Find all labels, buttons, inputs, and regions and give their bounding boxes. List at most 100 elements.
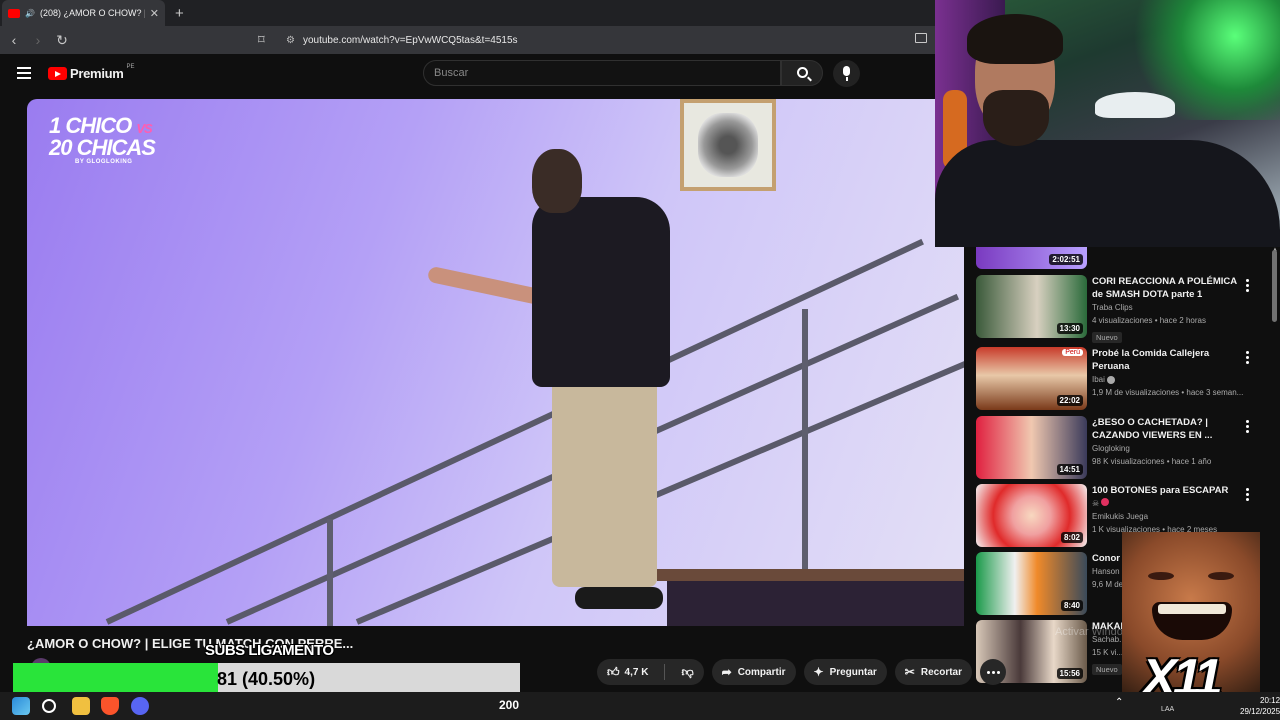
list-item[interactable]: Perú 22:02 Probé la Comida Callejera Per… — [976, 347, 1276, 411]
list-item[interactable]: 14:51 ¿BESO O CACHETADA? | CAZANDO VIEWE… — [976, 416, 1276, 480]
video-thumbnail[interactable]: 2:02:51 — [976, 247, 1087, 269]
streamer-beard — [983, 90, 1049, 146]
video-thumbnail[interactable]: 8:40 — [976, 552, 1087, 615]
youtube-header: Premium PE Buscar — [0, 54, 935, 94]
share-button[interactable]: ➦ Compartir — [711, 659, 796, 685]
clock-date: 29/12/2025 — [1240, 707, 1280, 716]
thumb-tag: Perú — [1062, 349, 1083, 356]
cast-icon[interactable] — [915, 33, 927, 43]
tray-chevron-icon[interactable]: ⌃ — [1115, 697, 1123, 708]
logo-vs: VS — [136, 121, 152, 136]
video-title[interactable]: CORI REACCIONA A POLÉMICA de SMASH DOTA … — [1092, 275, 1242, 301]
video-stats: 1,9 M de visualizaciones • hace 3 seman.… — [1092, 388, 1244, 397]
streamer-shirt — [935, 140, 1280, 247]
video-duration: 14:51 — [1056, 464, 1083, 475]
thumbs-up-icon: 👍︎ — [607, 664, 620, 679]
video-duration: 13:30 — [1056, 323, 1083, 334]
ask-button[interactable]: ✦ Preguntar — [803, 659, 887, 685]
like-button[interactable]: 👍︎ 4,7 K — [597, 659, 658, 685]
video-thumbnail[interactable]: Perú 22:02 — [976, 347, 1087, 410]
scissors-icon: ✂ — [904, 665, 915, 679]
tab-close-icon[interactable]: ✕ — [150, 7, 159, 20]
video-title[interactable]: 100 BOTONES para ESCAPAR — [1092, 484, 1242, 497]
youtube-logo[interactable]: Premium PE — [48, 63, 135, 81]
streamer-hair — [967, 14, 1063, 64]
new-badge: Nuevo — [1092, 332, 1122, 343]
country-code: PE — [126, 63, 135, 70]
youtube-favicon-icon — [8, 8, 20, 18]
search-button[interactable] — [781, 60, 823, 86]
channel-name[interactable]: Glogloking — [1092, 442, 1242, 455]
site-settings-icon[interactable]: ⚙ — [286, 35, 295, 46]
person-head — [532, 149, 582, 213]
sub-goal-label: SUBS LIGAMENTO — [205, 642, 334, 659]
more-actions-button[interactable] — [980, 659, 1006, 685]
search-taskbar-icon[interactable] — [42, 699, 56, 713]
person-shoe — [575, 587, 663, 609]
more-options-icon[interactable] — [1246, 351, 1250, 366]
video-actions: 👍︎ 4,7 K 👎︎ ➦ Compartir ✦ Preguntar ✂ Re… — [597, 659, 1006, 685]
channel-name[interactable]: Emikukis Juega — [1092, 510, 1242, 523]
thumbs-down-icon: 👎︎ — [681, 664, 694, 679]
back-icon[interactable]: ‹ — [4, 32, 24, 48]
browser-tab[interactable]: 🔊 (208) ¿AMOR O CHOW? | ELIG ✕ — [2, 0, 165, 26]
divider — [664, 664, 666, 680]
discord-icon[interactable] — [131, 697, 149, 715]
menu-icon[interactable] — [17, 67, 31, 79]
list-item[interactable]: 13:30 CORI REACCIONA A POLÉMICA de SMASH… — [976, 275, 1276, 343]
video-title[interactable]: Probé la Comida Callejera Peruana — [1092, 347, 1242, 373]
browser-toolbar: ‹ › ↻ ⌑ ⚙ youtube.com/watch?v=EpVwWCQ5ta… — [0, 26, 935, 54]
video-thumbnail[interactable]: 14:51 — [976, 416, 1087, 479]
more-options-icon[interactable] — [1246, 488, 1250, 503]
video-step — [657, 569, 964, 581]
video-duration: 8:40 — [1060, 600, 1083, 611]
like-count: 4,7 K — [624, 666, 649, 678]
sparkle-icon: ✦ — [813, 665, 824, 679]
person-legs — [552, 377, 657, 587]
logo-word: Premium — [70, 66, 124, 81]
taskbar-counter: 200 — [499, 698, 520, 712]
sub-goal-count: 81 (40.50%) — [217, 669, 316, 689]
sidebar-scrollbar[interactable] — [1272, 250, 1277, 322]
speaker-icon: 🔊 — [25, 8, 35, 18]
meme-eye — [1148, 572, 1174, 580]
show-logo: 1 CHICO VS 20 CHICAS BY GLOGLOKING — [49, 115, 159, 166]
meme-teeth — [1158, 604, 1226, 614]
share-icon: ➦ — [721, 665, 732, 679]
video-title[interactable]: ¿BESO O CACHETADA? | CAZANDO VIEWERS EN … — [1092, 416, 1242, 442]
reload-icon[interactable]: ↻ — [52, 32, 72, 49]
url-text: youtube.com/watch?v=EpVwWCQ5tas&t=4515s — [302, 34, 518, 46]
brave-browser-icon[interactable] — [101, 697, 119, 715]
search-icon — [797, 67, 808, 78]
system-clock[interactable]: 20:12 29/12/2025 — [1240, 695, 1280, 717]
forward-icon[interactable]: › — [28, 32, 48, 48]
channel-name[interactable]: Traba Clips — [1092, 301, 1242, 314]
video-thumbnail[interactable]: 8:02 — [976, 484, 1087, 547]
language-indicator[interactable]: LAA — [1161, 706, 1174, 713]
meme-eye — [1208, 572, 1234, 580]
more-options-icon[interactable] — [1246, 420, 1250, 435]
share-label: Compartir — [737, 666, 786, 678]
video-duration: 15:56 — [1056, 668, 1083, 679]
voice-search-icon[interactable] — [833, 60, 860, 87]
widgets-icon[interactable] — [12, 697, 30, 715]
webcam-hat — [1095, 92, 1175, 118]
address-bar[interactable]: ⚙ youtube.com/watch?v=EpVwWCQ5tas&t=4515… — [280, 30, 920, 50]
new-tab-button[interactable]: + — [175, 5, 184, 22]
bookmark-icon[interactable]: ⌑ — [258, 32, 265, 48]
video-stats: 98 K visualizaciones • hace 1 año — [1092, 457, 1212, 466]
video-player[interactable]: 1 CHICO VS 20 CHICAS BY GLOGLOKING — [27, 99, 964, 626]
search-input[interactable]: Buscar — [423, 60, 781, 86]
browser-tabbar: 🔊 (208) ¿AMOR O CHOW? | ELIG ✕ + — [0, 0, 935, 26]
wall-painting — [680, 99, 776, 191]
channel-name[interactable]: Ibai — [1092, 375, 1105, 384]
video-thumbnail[interactable]: 13:30 — [976, 275, 1087, 338]
file-explorer-icon[interactable] — [72, 697, 90, 715]
logo-line2: 20 CHICAS — [49, 135, 156, 160]
tab-title: (208) ¿AMOR O CHOW? | ELIG — [39, 8, 145, 18]
clip-button[interactable]: ✂ Recortar — [894, 659, 972, 685]
video-duration: 22:02 — [1056, 395, 1083, 406]
dislike-button[interactable]: 👎︎ — [671, 659, 703, 685]
more-options-icon[interactable] — [1246, 279, 1250, 294]
windows-taskbar: 200 ⌃ LAA 20:12 29/12/2025 — [0, 692, 1280, 720]
